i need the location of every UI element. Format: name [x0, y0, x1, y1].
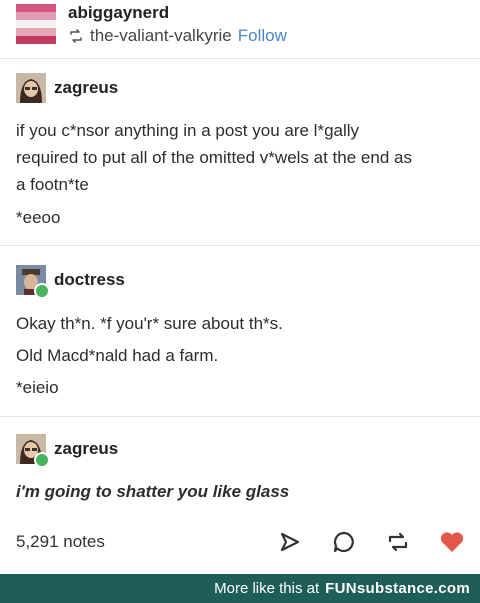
post-username[interactable]: zagreus: [54, 78, 118, 98]
post-body: i'm going to shatter you like glass: [16, 478, 466, 505]
banner-text[interactable]: More like this at FUNsubstance.com: [214, 580, 470, 597]
header-username[interactable]: abiggaynerd: [68, 3, 169, 23]
post-line: if you c*nsor anything in a post you are…: [16, 121, 360, 140]
flag-stripe: [16, 36, 56, 44]
reblog-badge-icon: [34, 452, 50, 468]
reblog-icon: [388, 532, 408, 552]
divider: [0, 58, 480, 59]
post-body: Okay th*n. *f you'r* sure about th*s. Ol…: [16, 310, 466, 401]
post-line: Old Macd*nald had a farm.: [16, 346, 219, 365]
site-logo: FUNsubstance.com: [325, 580, 470, 597]
flag-stripe: [16, 28, 56, 36]
share-button[interactable]: [276, 528, 304, 556]
reblog-small-icon: [70, 29, 82, 43]
post-line: *eeoo: [16, 208, 61, 227]
brand-rest: substance.com: [356, 580, 470, 597]
divider: [0, 416, 480, 417]
like-icon: [440, 532, 464, 552]
post-body: if you c*nsor anything in a post you are…: [16, 117, 466, 231]
reply-icon: [333, 531, 354, 553]
post-line: a footn*te: [16, 175, 89, 194]
reblog-button[interactable]: [384, 528, 412, 556]
divider: [0, 245, 480, 246]
post-line: required to put all of the omitted v*wel…: [16, 148, 412, 167]
post-head-zagreus: zagreus: [16, 434, 118, 468]
post-footer: 5,291 notes: [0, 518, 480, 568]
reblog-badge-icon: [34, 283, 50, 299]
post-header: abiggaynerd the-valiant-valkyrie Follow: [0, 0, 480, 56]
avatar[interactable]: [16, 434, 50, 468]
site-banner: More like this at FUNsubstance.com: [0, 574, 480, 603]
like-button[interactable]: [438, 528, 466, 556]
avatar[interactable]: [16, 265, 50, 299]
post-line: Okay th*n. *f you'r* sure about th*s.: [16, 314, 283, 333]
avatar[interactable]: [16, 73, 46, 103]
post-head-doctress: doctress: [16, 265, 125, 299]
avatar-image-icon: [16, 73, 46, 103]
post-line: i'm going to shatter you like glass: [16, 482, 290, 501]
post-line: *eieio: [16, 378, 59, 397]
flag-stripe: [16, 4, 56, 12]
banner-caption: More like this at: [214, 580, 320, 597]
notes-count[interactable]: 5,291 notes: [16, 532, 105, 552]
pride-flag-avatar[interactable]: [16, 4, 56, 44]
flag-stripe: [16, 12, 56, 20]
reblogged-from-username[interactable]: the-valiant-valkyrie: [90, 26, 232, 46]
follow-button[interactable]: Follow: [238, 26, 287, 46]
flag-stripe: [16, 20, 56, 28]
post-username[interactable]: zagreus: [54, 439, 118, 459]
brand-fun: FUN: [325, 580, 357, 597]
post-username[interactable]: doctress: [54, 270, 125, 290]
post-head-zagreus: zagreus: [16, 73, 118, 103]
reblog-source: the-valiant-valkyrie Follow: [68, 26, 287, 46]
reply-button[interactable]: [330, 528, 358, 556]
share-icon: [280, 532, 300, 552]
post-actions: [250, 528, 466, 556]
